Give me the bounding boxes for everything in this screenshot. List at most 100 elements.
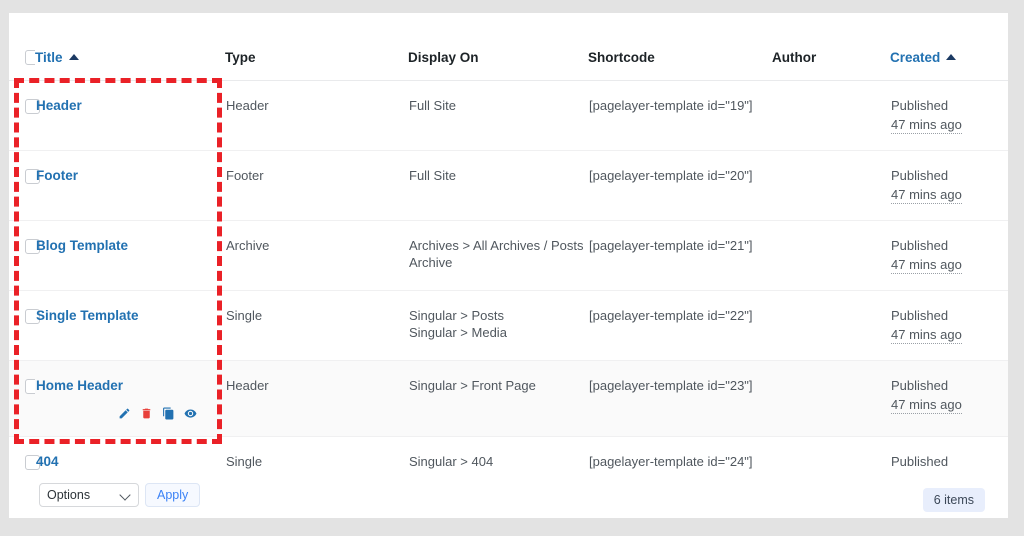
- row-type-cell: Header: [225, 80, 408, 151]
- duplicate-icon[interactable]: [162, 407, 175, 420]
- row-created-cell: Published 47 mins ago: [890, 150, 1008, 221]
- row-title-cell: Footer: [35, 150, 225, 221]
- row-type-value: Single: [226, 454, 263, 469]
- row-type-cell: Footer: [225, 150, 408, 221]
- table-row[interactable]: Header Header Full Site [pagelayer-template…: [9, 80, 1008, 151]
- row-type-value: Footer: [226, 168, 264, 183]
- row-title-link[interactable]: Footer: [36, 167, 78, 184]
- row-author-cell: [772, 290, 890, 361]
- row-type-cell: Header: [225, 360, 408, 437]
- row-select-cell: [9, 80, 40, 151]
- templates-table: Title Type Display On Shortcode Author C…: [9, 35, 1008, 507]
- column-header-type-label: Type: [225, 50, 256, 65]
- select-all-header: [9, 35, 40, 81]
- row-shortcode-cell: [pagelayer-template id="20"]: [588, 150, 772, 221]
- row-type-cell: Archive: [225, 220, 408, 291]
- row-display-on-cell: Full Site: [408, 80, 588, 151]
- row-created-cell: Published 47 mins ago: [890, 290, 1008, 361]
- row-author-cell: [772, 360, 890, 437]
- column-header-author: Author: [772, 35, 890, 81]
- row-created-time[interactable]: 47 mins ago: [891, 116, 962, 134]
- row-shortcode-cell: [pagelayer-template id="22"]: [588, 290, 772, 361]
- row-display-on-cell: Archives > All Archives / Posts Archive: [408, 220, 588, 291]
- row-created-cell: Published 47 mins ago: [890, 220, 1008, 291]
- row-shortcode-value: [pagelayer-template id="21"]: [589, 238, 753, 253]
- row-actions: [36, 404, 215, 420]
- preview-icon[interactable]: [184, 407, 197, 420]
- row-author-cell: [772, 150, 890, 221]
- display-on-line: Singular > Front Page: [409, 378, 536, 393]
- delete-icon[interactable]: [140, 407, 153, 420]
- row-shortcode-value: [pagelayer-template id="20"]: [589, 168, 753, 183]
- row-created-status: Published: [891, 98, 949, 113]
- row-type-cell: Single: [225, 290, 408, 361]
- row-created-status: Published: [891, 454, 949, 469]
- row-display-on-cell: Full Site: [408, 150, 588, 221]
- row-created-time[interactable]: 47 mins ago: [891, 256, 962, 274]
- table-row[interactable]: Single Template Single Singular > Posts Sin…: [9, 290, 1008, 361]
- sort-ascending-icon[interactable]: [68, 54, 79, 60]
- row-select-cell: [9, 150, 40, 221]
- row-author-cell: [772, 80, 890, 151]
- display-on-line: Full Site: [409, 98, 456, 113]
- row-title-link[interactable]: Home Header: [36, 377, 123, 394]
- row-title-link[interactable]: 404: [36, 453, 59, 470]
- table-row[interactable]: Footer Footer Full Site [pagelayer-template…: [9, 150, 1008, 221]
- display-on-line: Singular > Posts: [409, 308, 505, 323]
- templates-card: Title Type Display On Shortcode Author C…: [9, 13, 1008, 518]
- row-created-cell: Published 47 mins ago: [890, 360, 1008, 437]
- table-row[interactable]: Home Header Header Singular > Front Page [p…: [9, 360, 1008, 437]
- row-display-on-cell: Singular > Front Page: [408, 360, 588, 437]
- items-count-badge: 6 items: [922, 488, 985, 512]
- row-type-value: Archive: [226, 238, 270, 253]
- row-display-on-cell: Singular > Posts Singular > Media: [408, 290, 588, 361]
- row-shortcode-value: [pagelayer-template id="22"]: [589, 308, 753, 323]
- table-body: Header Header Full Site [pagelayer-template…: [9, 80, 1008, 507]
- column-header-created-label: Created: [890, 50, 941, 65]
- row-shortcode-value: [pagelayer-template id="19"]: [589, 98, 753, 113]
- column-header-created[interactable]: Created: [890, 35, 1008, 81]
- row-shortcode-cell: [pagelayer-template id="19"]: [588, 80, 772, 151]
- row-select-cell: [9, 360, 40, 437]
- row-shortcode-value: [pagelayer-template id="24"]: [589, 454, 753, 469]
- row-created-status: Published: [891, 238, 949, 253]
- row-type-value: Header: [226, 378, 269, 393]
- column-header-title[interactable]: Title: [35, 35, 225, 81]
- row-shortcode-value: [pagelayer-template id="23"]: [589, 378, 753, 393]
- row-title-link[interactable]: Blog Template: [36, 237, 128, 254]
- row-created-time[interactable]: 47 mins ago: [891, 186, 962, 204]
- column-header-type: Type: [225, 35, 408, 81]
- table-header-row: Title Type Display On Shortcode Author C…: [9, 35, 1008, 81]
- column-header-shortcode-label: Shortcode: [588, 50, 655, 65]
- row-created-cell: Published 47 mins ago: [890, 80, 1008, 151]
- row-title-link[interactable]: Single Template: [36, 307, 139, 324]
- row-title-cell: Header: [35, 80, 225, 151]
- row-title-cell: Home Header: [35, 360, 225, 437]
- row-shortcode-cell: [pagelayer-template id="21"]: [588, 220, 772, 291]
- column-header-author-label: Author: [772, 50, 817, 65]
- row-shortcode-cell: [pagelayer-template id="23"]: [588, 360, 772, 437]
- row-created-time[interactable]: 47 mins ago: [891, 326, 962, 344]
- row-title-cell: Blog Template: [35, 220, 225, 291]
- row-created-time[interactable]: 47 mins ago: [891, 396, 962, 414]
- edit-icon[interactable]: [118, 407, 131, 420]
- table-footer: OptionsEditDelete Apply 6 items: [9, 471, 1008, 518]
- display-on-line: Full Site: [409, 168, 456, 183]
- row-type-value: Single: [226, 308, 263, 323]
- display-on-line: Archives > All Archives / Posts Archive: [409, 238, 584, 270]
- row-select-cell: [9, 290, 40, 361]
- row-created-status: Published: [891, 168, 949, 183]
- apply-button[interactable]: Apply: [145, 483, 201, 507]
- column-header-title-label: Title: [35, 50, 63, 65]
- table-row[interactable]: Blog Template Archive Archives > All Archi…: [9, 220, 1008, 291]
- row-type-value: Header: [226, 98, 269, 113]
- column-header-display-on-label: Display On: [408, 50, 479, 65]
- table-header: Title Type Display On Shortcode Author C…: [9, 35, 1008, 81]
- display-on-line: Singular > 404: [409, 454, 494, 469]
- column-header-display-on: Display On: [408, 35, 588, 81]
- row-select-cell: [9, 220, 40, 291]
- bulk-action-select[interactable]: OptionsEditDelete: [39, 483, 139, 507]
- sort-ascending-icon[interactable]: [946, 54, 957, 60]
- row-title-link[interactable]: Header: [36, 97, 82, 114]
- row-author-cell: [772, 220, 890, 291]
